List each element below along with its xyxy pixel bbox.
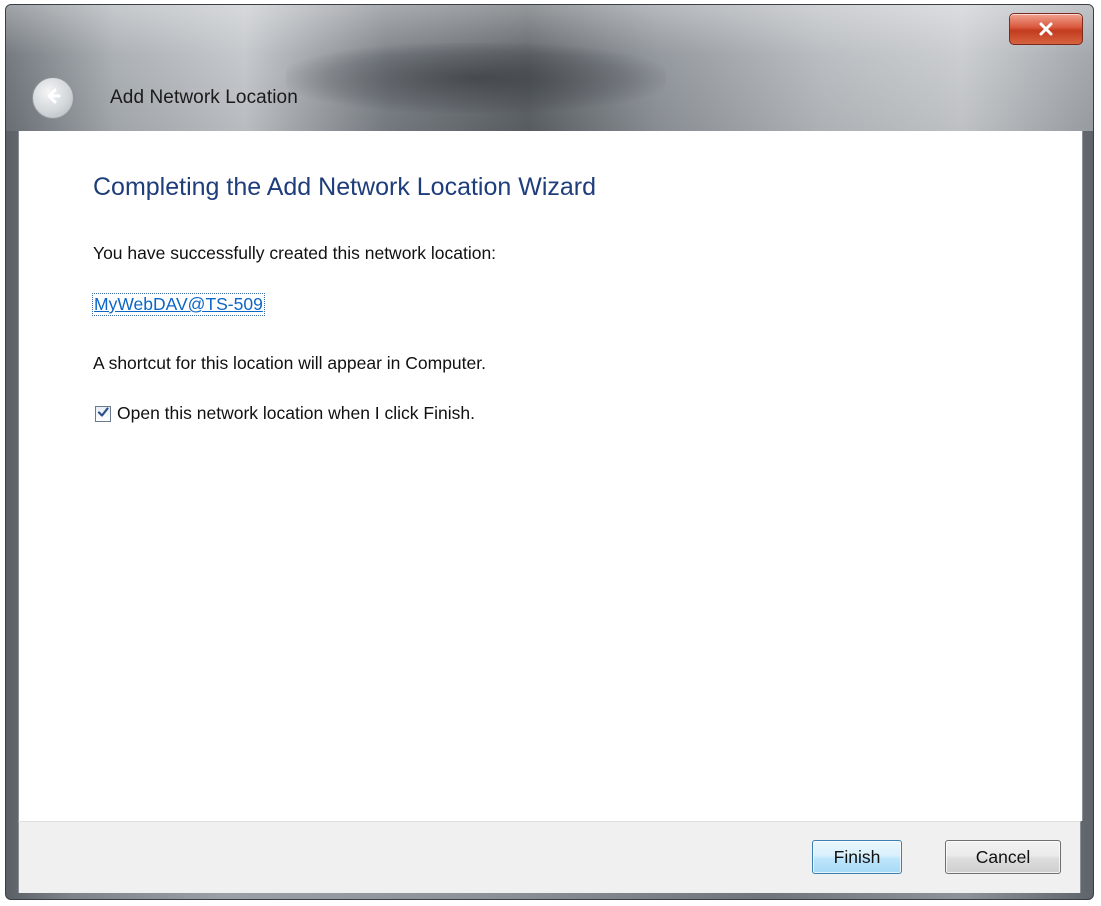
wizard-heading: Completing the Add Network Location Wiza…: [93, 173, 597, 201]
back-button[interactable]: [32, 77, 74, 119]
button-bar: Finish Cancel: [18, 821, 1081, 893]
open-location-checkbox[interactable]: [95, 405, 111, 423]
close-button[interactable]: [1009, 13, 1083, 45]
window-title: Add Network Location: [110, 87, 298, 108]
success-message: You have successfully created this netwo…: [93, 243, 497, 263]
shortcut-message: A shortcut for this location will appear…: [93, 353, 486, 373]
open-location-checkbox-row[interactable]: Open this network location when I click …: [95, 403, 475, 424]
titlebar-glass-blur: [286, 43, 666, 113]
checkmark-icon: [97, 405, 109, 423]
cancel-button[interactable]: Cancel: [945, 840, 1061, 874]
title-bar: Add Network Location: [6, 5, 1093, 131]
back-arrow-icon: [42, 85, 64, 112]
finish-button[interactable]: Finish: [812, 840, 902, 874]
close-icon: [1038, 21, 1054, 37]
dialog-window: Add Network Location Completing the Add …: [5, 4, 1094, 900]
wizard-content: Completing the Add Network Location Wiza…: [18, 131, 1083, 821]
network-location-link[interactable]: MyWebDAV@TS-509: [92, 293, 265, 316]
open-location-checkbox-label: Open this network location when I click …: [117, 403, 475, 423]
